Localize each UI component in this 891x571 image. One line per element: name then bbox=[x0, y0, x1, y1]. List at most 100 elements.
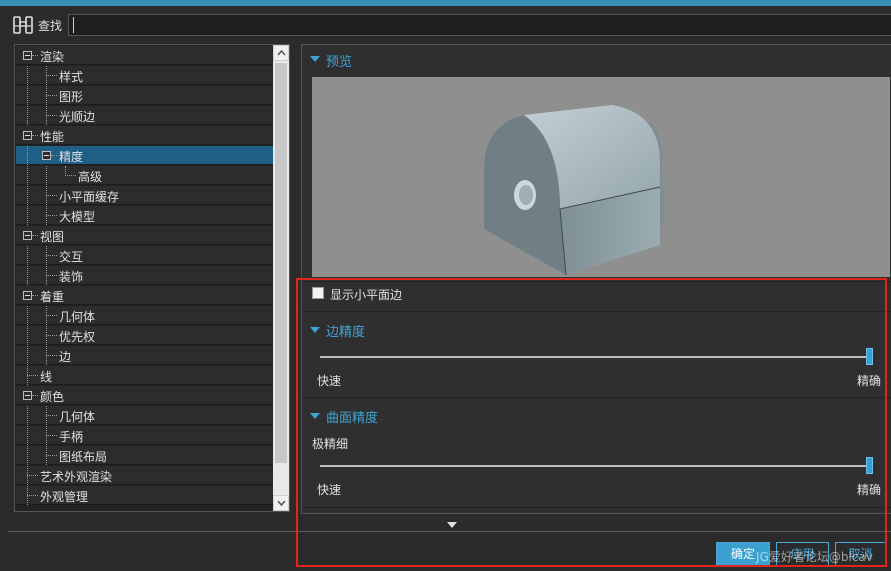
tree-item-label: 图纸布局 bbox=[59, 450, 108, 464]
tree-item-label: 优先权 bbox=[59, 330, 96, 344]
tree-connector bbox=[46, 355, 57, 356]
tree-item[interactable]: 手柄 bbox=[16, 426, 273, 445]
tree-item[interactable]: 几何体 bbox=[16, 406, 273, 425]
watermark: JG爱好者论坛@blcav bbox=[756, 550, 873, 564]
tree-connector bbox=[27, 375, 38, 376]
scroll-thumb[interactable] bbox=[275, 63, 287, 463]
tree-connector bbox=[51, 155, 57, 156]
tree-item-label: 线 bbox=[40, 370, 53, 384]
chevron-down-icon bbox=[277, 500, 286, 506]
tree-connector bbox=[27, 426, 28, 445]
divider bbox=[302, 281, 891, 282]
tree-item[interactable]: 样式 bbox=[16, 66, 273, 85]
tree-connector bbox=[32, 295, 38, 296]
tree-item-label: 着重 bbox=[40, 290, 65, 304]
tree-connector bbox=[32, 135, 38, 136]
tree-connector bbox=[27, 406, 28, 425]
tree-item[interactable]: 图形 bbox=[16, 86, 273, 105]
collapse-toggle-icon[interactable] bbox=[23, 51, 32, 60]
tree-item[interactable]: 视图 bbox=[16, 226, 273, 245]
tree-connector bbox=[46, 95, 57, 96]
search-input[interactable] bbox=[68, 14, 891, 36]
tree-item[interactable]: 小平面缓存 bbox=[16, 186, 273, 205]
tree-connector bbox=[27, 475, 38, 476]
tree-connector bbox=[27, 86, 28, 105]
tree-item-label: 艺术外观渲染 bbox=[40, 470, 113, 484]
tree-item-label: 高级 bbox=[78, 170, 103, 184]
collapse-triangle-icon[interactable] bbox=[310, 56, 320, 62]
collapse-toggle-icon[interactable] bbox=[23, 391, 32, 400]
surface-precision-value-label: 极精细 bbox=[312, 437, 349, 451]
tree-connector bbox=[46, 455, 57, 456]
tree-connector bbox=[27, 166, 28, 185]
tree-item[interactable]: 大模型 bbox=[16, 206, 273, 225]
tree-connector bbox=[32, 395, 38, 396]
tree-connector bbox=[46, 75, 57, 76]
tree-item-label: 几何体 bbox=[59, 410, 96, 424]
collapse-toggle-icon[interactable] bbox=[42, 151, 51, 160]
expand-more-icon[interactable] bbox=[447, 522, 457, 528]
edge-precision-slider-handle[interactable] bbox=[866, 348, 873, 365]
tree-item[interactable]: 精度 bbox=[16, 146, 273, 165]
collapse-toggle-icon[interactable] bbox=[23, 231, 32, 240]
tree-item[interactable]: 艺术外观渲染 bbox=[16, 466, 273, 485]
surface-precision-track[interactable] bbox=[320, 465, 872, 467]
preview-header[interactable]: 预览 bbox=[326, 51, 352, 70]
surface-precision-min-label: 快速 bbox=[317, 483, 342, 497]
tree-item-label: 交互 bbox=[59, 250, 84, 264]
tree-connector bbox=[46, 215, 57, 216]
surface-precision-slider-handle[interactable] bbox=[866, 457, 873, 474]
search-bar: 查找 bbox=[0, 6, 891, 42]
tree-connector bbox=[27, 346, 28, 365]
tree-connector bbox=[46, 166, 47, 185]
surface-precision-max-label: 精确 bbox=[857, 483, 882, 497]
edge-precision-track[interactable] bbox=[320, 356, 872, 358]
tree-item-label: 性能 bbox=[40, 130, 65, 144]
divider bbox=[302, 311, 891, 312]
tree-item[interactable]: 高级 bbox=[16, 166, 273, 185]
tree-connector bbox=[27, 266, 28, 285]
tree-item[interactable]: 光顺边 bbox=[16, 106, 273, 125]
tree-connector bbox=[46, 335, 57, 336]
collapse-triangle-icon[interactable] bbox=[310, 327, 320, 333]
tree-connector bbox=[46, 415, 57, 416]
scroll-up-button[interactable] bbox=[273, 45, 289, 61]
tree-item[interactable]: 边 bbox=[16, 346, 273, 365]
tree-item-label: 精度 bbox=[59, 150, 84, 164]
tree-connector bbox=[65, 175, 76, 176]
show-facet-edges-label: 显示小平面边 bbox=[330, 288, 403, 302]
settings-panel: 预览 显示小平面边 边精度 快速 精确 曲面精度 极精细 快速 精确 bbox=[301, 44, 891, 514]
tree-connector bbox=[27, 146, 28, 165]
show-facet-edges-checkbox[interactable] bbox=[312, 287, 324, 299]
tree-item[interactable]: 几何体 bbox=[16, 306, 273, 325]
tree-item[interactable]: 图纸布局 bbox=[16, 446, 273, 465]
tree-item[interactable]: 优先权 bbox=[16, 326, 273, 345]
tree-item-label: 边 bbox=[59, 350, 72, 364]
tree-item-label: 小平面缓存 bbox=[59, 190, 120, 204]
tree-item[interactable]: 外观管理 bbox=[16, 486, 273, 505]
part-model-image bbox=[483, 105, 665, 276]
divider bbox=[302, 507, 891, 508]
tree-item[interactable]: 装饰 bbox=[16, 266, 273, 285]
tree-item[interactable]: 线 bbox=[16, 366, 273, 385]
tree-item[interactable]: 渲染 bbox=[16, 46, 273, 65]
scroll-down-button[interactable] bbox=[273, 495, 289, 511]
tree-item-label: 外观管理 bbox=[40, 490, 89, 504]
tree-connector bbox=[46, 115, 57, 116]
tree-connector bbox=[27, 66, 28, 85]
tree-item[interactable]: 交互 bbox=[16, 246, 273, 265]
tree-item[interactable]: 性能 bbox=[16, 126, 273, 145]
collapse-toggle-icon[interactable] bbox=[23, 131, 32, 140]
surface-precision-header[interactable]: 曲面精度 bbox=[326, 407, 378, 426]
tree-connector bbox=[27, 306, 28, 325]
tree-item[interactable]: 着重 bbox=[16, 286, 273, 305]
tree-scrollbar[interactable] bbox=[273, 45, 289, 511]
collapse-triangle-icon[interactable] bbox=[310, 413, 320, 419]
collapse-toggle-icon[interactable] bbox=[23, 291, 32, 300]
tree-item[interactable]: 颜色 bbox=[16, 386, 273, 405]
edge-precision-min-label: 快速 bbox=[317, 374, 342, 388]
options-tree: 渲染 样式 图形 光顺边 性能 精度 高级 小平面缓存 大模型 视图 交互 装饰 着重 几何体 优先权边线颜… bbox=[14, 44, 290, 512]
edge-precision-header[interactable]: 边精度 bbox=[326, 321, 365, 340]
tree-connector bbox=[27, 326, 28, 345]
tree-item-label: 几何体 bbox=[59, 310, 96, 324]
